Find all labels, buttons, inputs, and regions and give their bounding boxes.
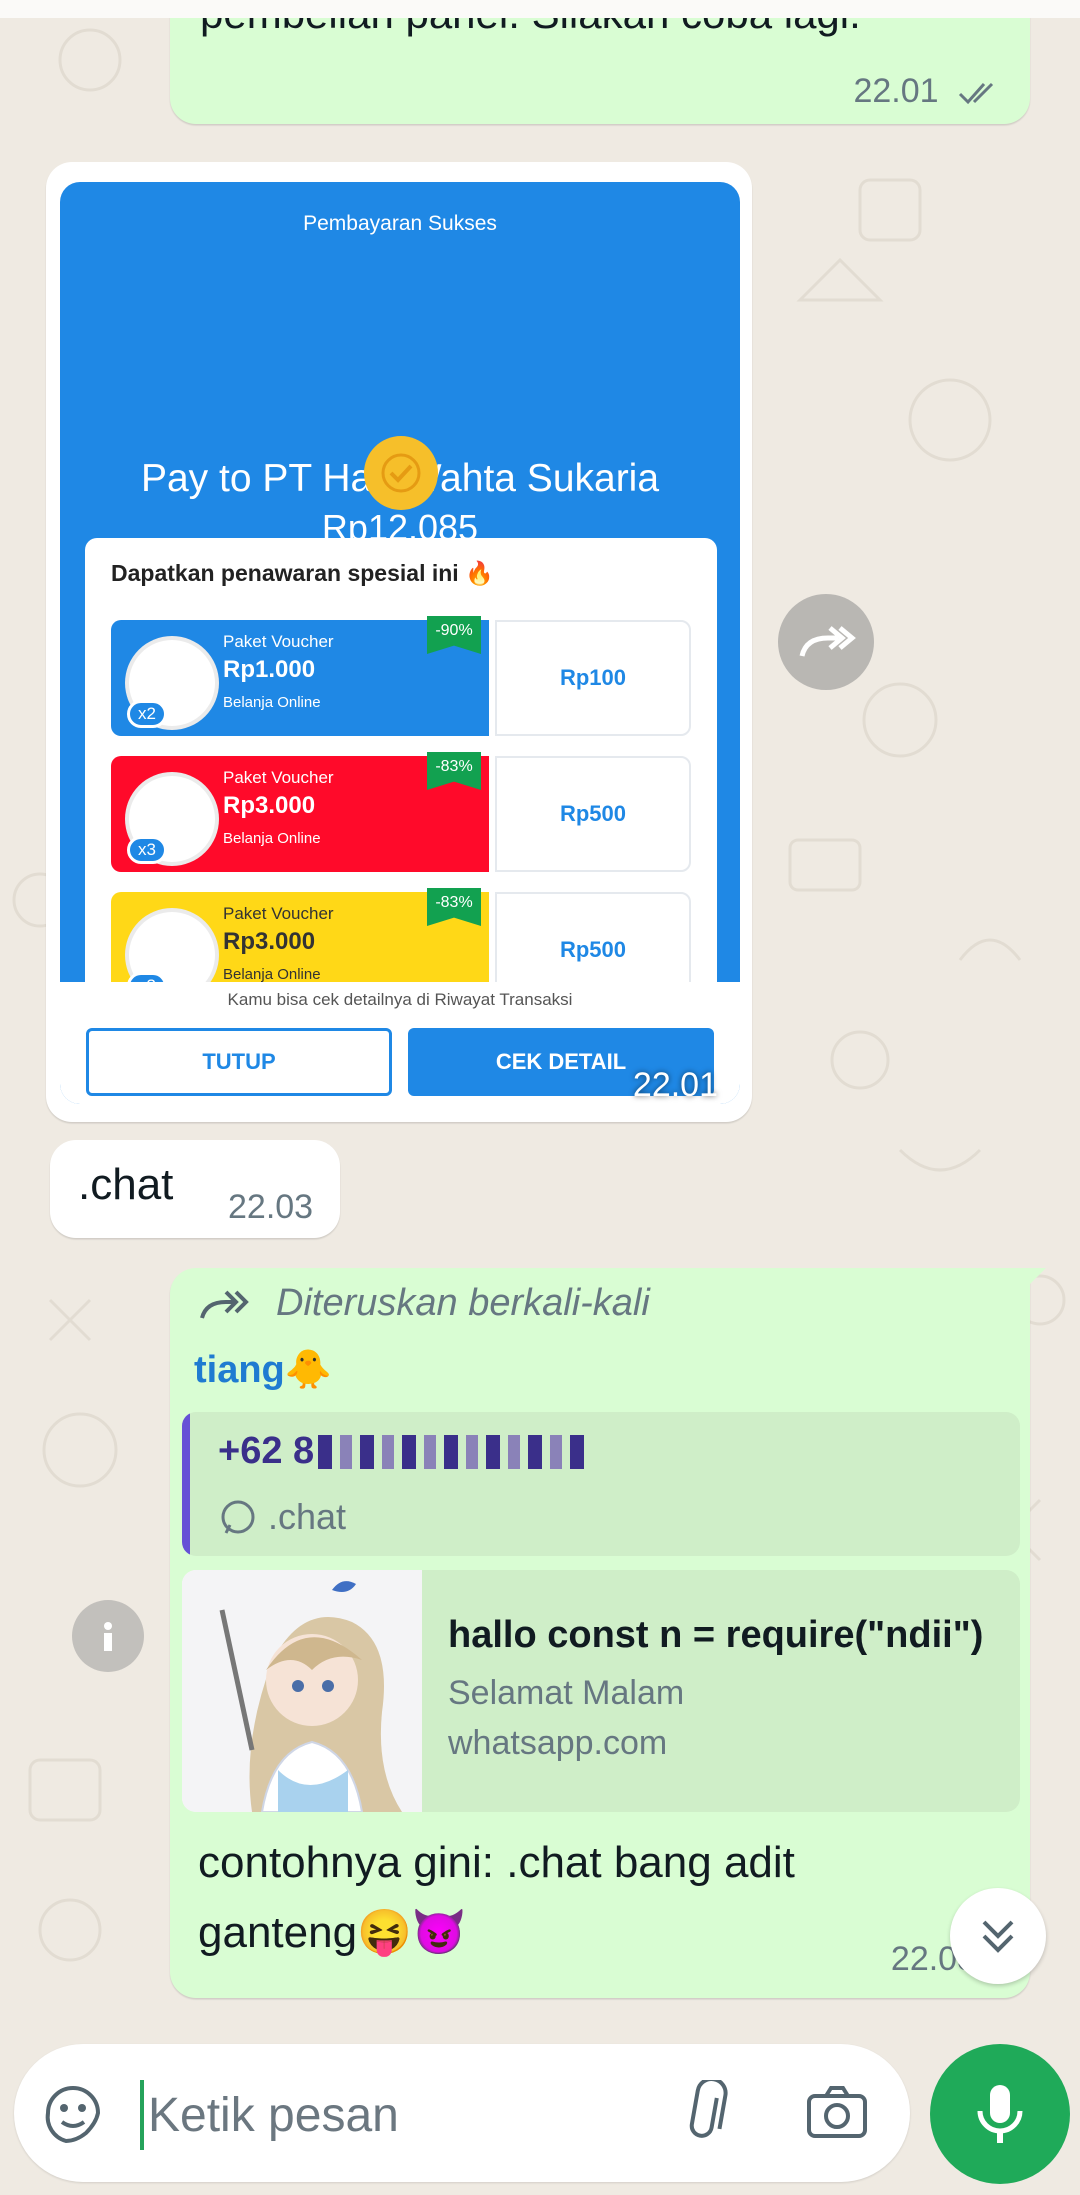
offer-item: x2 Paket Voucher Rp1.000 Belanja Online … [111,616,691,736]
success-check-icon [364,436,438,510]
payment-screenshot[interactable]: Pembayaran Sukses Pay to PT Han Wahta Su… [60,182,740,1104]
paperclip-icon [689,2077,728,2138]
preview-title: hallo const n = require("ndii") [448,1614,984,1656]
forwarded-text: Diteruskan berkali-kali [276,1282,650,1324]
bubble-tail [1028,1268,1046,1286]
offer-price: Rp3.000 [223,928,316,955]
quote-sender: +62 8 [218,1430,589,1473]
message-text: contohnya gini: .chat bang adit ganteng😝… [198,1838,795,1957]
offer-card: Dapatkan penawaran spesial ini 🔥 x2 Pake… [85,538,717,1028]
offer-deal: Rp500 [495,756,691,872]
payment-header: Pembayaran Sukses [303,212,497,235]
sender-label: tiang [194,1348,285,1391]
forward-button[interactable] [778,594,874,690]
forwarded-label: Diteruskan berkali-kali [198,1282,650,1325]
mic-button[interactable] [930,2044,1070,2184]
status-strip [0,0,1080,18]
outgoing-message[interactable]: pembelian panel. Silakan coba lagi. 22.0… [170,0,1030,124]
quote-number: +62 8 [218,1430,315,1472]
forwarded-message[interactable]: Diteruskan berkali-kali tiang 🐥 +62 8 .ch… [170,1268,1046,1998]
forward-icon [799,626,856,657]
message-input[interactable] [146,2074,630,2156]
camera-button[interactable] [806,2084,868,2145]
redacted-number [318,1434,589,1469]
chevron-double-down-icon [982,1920,1014,1953]
offer-deal: Rp100 [495,620,691,736]
info-icon [104,1622,112,1651]
whatsapp-icon [221,1500,255,1534]
camera-icon [807,2086,867,2138]
close-button: TUTUP [86,1028,392,1096]
preview-description: Selamat Malam [448,1674,685,1712]
text-caret [140,2080,144,2150]
message-time: 22.03 [228,1188,314,1226]
offer-price: Rp1.000 [223,656,316,683]
offer-heading: Dapatkan penawaran spesial ini 🔥 [111,560,494,586]
offer-left: x2 Paket Voucher Rp1.000 Belanja Online … [111,616,489,736]
offer-label: Paket Voucher [223,632,334,651]
offer-qty: x3 [127,836,167,864]
sticker-icon [45,2086,101,2144]
incoming-message[interactable]: .chat 22.03 [50,1140,340,1238]
info-button[interactable] [72,1600,144,1672]
message-time: 22.01 [632,1066,718,1104]
discount-tag: -83% [427,888,481,926]
payment-hint: Kamu bisa cek detailnya di Riwayat Trans… [227,990,573,1009]
image-message[interactable]: Pembayaran Sukses Pay to PT Han Wahta Su… [46,162,752,1122]
quoted-message[interactable]: +62 8 .chat [182,1412,1020,1556]
offer-note: Belanja Online [223,694,321,711]
preview-thumbnail [182,1570,422,1812]
forward-icon [200,1290,249,1319]
quote-bar [182,1412,190,1556]
message-meta: 22.01 [853,72,1004,111]
preview-url: whatsapp.com [448,1724,668,1762]
offer-item: x3 Paket Voucher Rp3.000 Belanja Online … [111,752,691,872]
sender-name[interactable]: tiang 🐥 [194,1348,332,1392]
discount-tag: -90% [427,616,481,654]
offer-price: Rp3.000 [223,792,316,819]
offer-label: Paket Voucher [223,904,334,923]
message-time: 22.01 [853,72,939,110]
offer-note: Belanja Online [223,966,321,983]
discount-tag: -83% [427,752,481,790]
offer-qty: x2 [127,700,167,728]
message-text: .chat [78,1160,174,1209]
offer-note: Belanja Online [223,830,321,847]
link-preview[interactable]: hallo const n = require("ndii") Selamat … [182,1570,1020,1812]
double-check-icon [958,82,994,105]
offer-label: Paket Voucher [223,768,334,787]
sticker-button[interactable] [40,2080,106,2151]
attach-button[interactable] [674,2077,734,2151]
sender-emoji: 🐥 [284,1349,333,1391]
offer-left: x3 Paket Voucher Rp3.000 Belanja Online … [111,752,489,872]
scroll-down-button[interactable] [950,1888,1046,1984]
mic-icon [977,2085,1023,2143]
message-composer [14,2044,910,2182]
quote-text: .chat [268,1496,347,1537]
quote-content: .chat [218,1496,346,1538]
